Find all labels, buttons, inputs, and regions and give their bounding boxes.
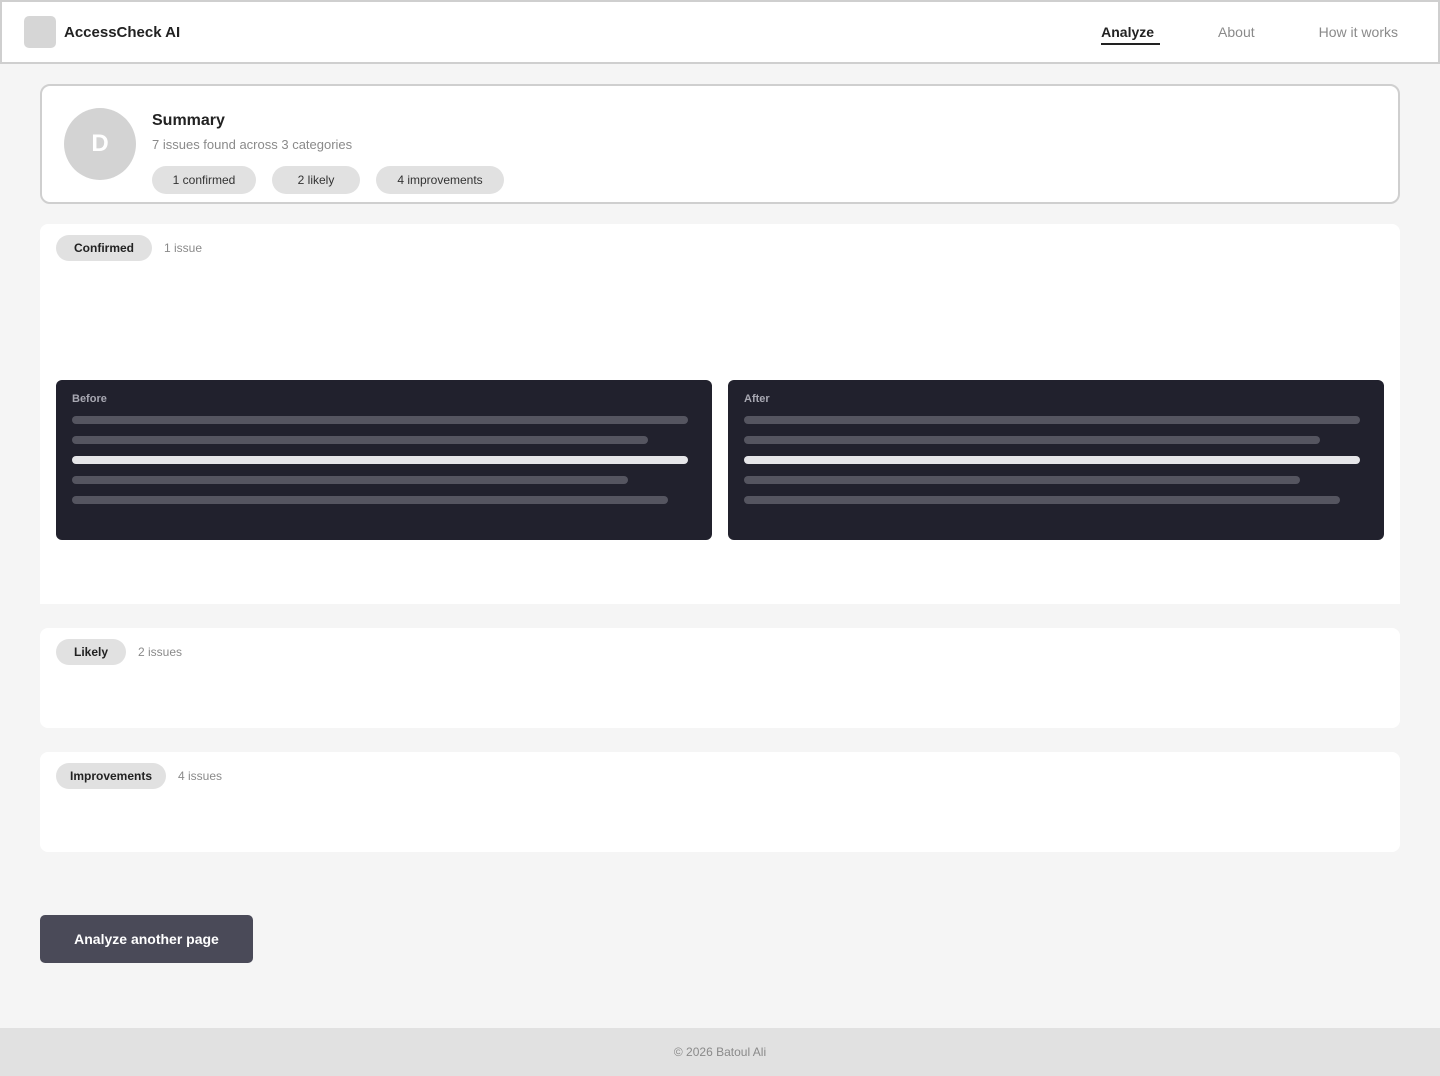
highlighted-line: [72, 456, 688, 464]
after-preview-panel: After: [728, 380, 1384, 540]
section-header: Improvements 4 issues: [56, 763, 222, 789]
nav-how-it-works[interactable]: How it works: [1319, 20, 1398, 44]
nav-about[interactable]: About: [1218, 20, 1255, 44]
chip-likely[interactable]: 2 likely: [272, 166, 360, 194]
summary-title: Summary: [152, 112, 225, 129]
tag-confirmed[interactable]: Confirmed: [56, 235, 152, 261]
tag-improvements[interactable]: Improvements: [56, 763, 166, 789]
brand[interactable]: AccessCheck AI: [24, 16, 180, 48]
issue-count: 1 issue: [164, 241, 203, 255]
issue-count: 4 issues: [178, 769, 223, 783]
section-improvements: Improvements 4 issues: [40, 752, 1400, 852]
highlighted-line: [744, 456, 1360, 464]
avatar: D: [64, 108, 136, 180]
analyze-another-page-button[interactable]: Analyze another page: [40, 915, 253, 963]
section-confirmed: Confirmed 1 issue Before After: [40, 224, 1400, 604]
placeholder-line: [744, 496, 1340, 504]
tag-likely[interactable]: Likely: [56, 639, 126, 665]
after-label: After: [744, 393, 770, 405]
nav-analyze[interactable]: Analyze: [1101, 20, 1160, 45]
section-header: Likely 2 issues: [56, 639, 182, 665]
placeholder-line: [744, 436, 1320, 444]
copyright-text: © 2026 Batoul Ali: [673, 1045, 767, 1059]
placeholder-line: [744, 476, 1300, 484]
placeholder-line: [72, 436, 648, 444]
section-likely: Likely 2 issues: [40, 628, 1400, 728]
section-header: Confirmed 1 issue: [56, 235, 202, 261]
top-bar: AccessCheck AI Analyze About How it work…: [0, 0, 1440, 64]
issue-count: 2 issues: [138, 645, 183, 659]
brand-name: AccessCheck AI: [64, 23, 181, 41]
summary-card: D Summary 7 issues found across 3 catego…: [40, 84, 1400, 204]
placeholder-line: [72, 476, 628, 484]
placeholder-line: [72, 416, 688, 424]
summary-chips: 1 confirmed 2 likely 4 improvements: [152, 166, 504, 194]
placeholder-line: [744, 416, 1360, 424]
main-nav: Analyze About How it works: [1037, 20, 1416, 45]
placeholder-line: [72, 496, 668, 504]
app-logo-icon: [24, 16, 56, 48]
before-label: Before: [72, 393, 107, 405]
chip-improvements[interactable]: 4 improvements: [376, 166, 504, 194]
summary-subtitle: 7 issues found across 3 categories: [152, 137, 353, 152]
before-preview-panel: Before: [56, 380, 712, 540]
footer: © 2026 Batoul Ali: [0, 1028, 1440, 1076]
chip-confirmed[interactable]: 1 confirmed: [152, 166, 256, 194]
